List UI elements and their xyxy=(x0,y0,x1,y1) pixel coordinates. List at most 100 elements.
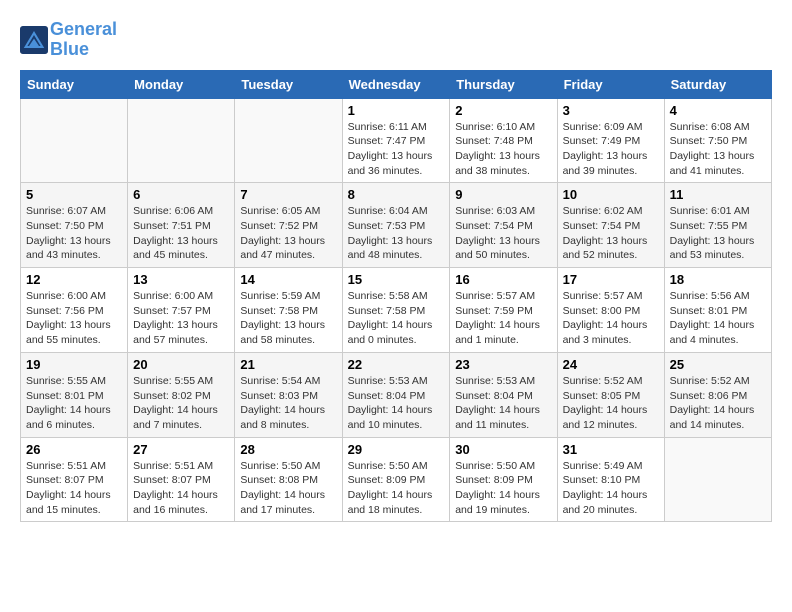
day-info: Sunrise: 6:02 AM Sunset: 7:54 PM Dayligh… xyxy=(563,204,659,263)
calendar-cell: 27 Sunrise: 5:51 AM Sunset: 8:07 PM Dayli… xyxy=(128,437,235,522)
calendar-week-row: 5Sunrise: 6:07 AM Sunset: 7:50 PM Daylig… xyxy=(21,183,772,268)
calendar-week-row: 19Sunrise: 5:55 AM Sunset: 8:01 PM Dayli… xyxy=(21,352,772,437)
calendar-cell: 21 Sunrise: 5:54 AM Sunset: 8:03 PM Dayli… xyxy=(235,352,342,437)
calendar-cell: 2 Sunrise: 6:10 AM Sunset: 7:48 PM Daylig… xyxy=(450,98,557,183)
day-info: Sunrise: 6:04 AM Sunset: 7:53 PM Dayligh… xyxy=(348,204,445,263)
day-info: Sunrise: 6:00 AM Sunset: 7:56 PM Dayligh… xyxy=(26,289,122,348)
day-number: 1 xyxy=(348,103,445,118)
calendar-cell: 11 Sunrise: 6:01 AM Sunset: 7:55 PM Dayli… xyxy=(664,183,771,268)
day-number: 20 xyxy=(133,357,229,372)
day-info: Sunrise: 5:51 AM Sunset: 8:07 PM Dayligh… xyxy=(133,459,229,518)
day-of-week-header: Wednesday xyxy=(342,70,450,98)
day-number: 8 xyxy=(348,187,445,202)
calendar-cell: 16 Sunrise: 5:57 AM Sunset: 7:59 PM Dayli… xyxy=(450,268,557,353)
day-number: 26 xyxy=(26,442,122,457)
day-number: 6 xyxy=(133,187,229,202)
calendar-cell: 28Sunrise: 5:50 AM Sunset: 8:08 PM Dayli… xyxy=(235,437,342,522)
calendar-cell: 1 Sunrise: 6:11 AM Sunset: 7:47 PM Daylig… xyxy=(342,98,450,183)
day-info: Sunrise: 5:57 AM Sunset: 8:00 PM Dayligh… xyxy=(563,289,659,348)
day-info: Sunrise: 6:07 AM Sunset: 7:50 PM Dayligh… xyxy=(26,204,122,263)
calendar-cell: 20 Sunrise: 5:55 AM Sunset: 8:02 PM Dayli… xyxy=(128,352,235,437)
calendar-header: SundayMondayTuesdayWednesdayThursdayFrid… xyxy=(21,70,772,98)
day-of-week-header: Tuesday xyxy=(235,70,342,98)
day-info: Sunrise: 6:06 AM Sunset: 7:51 PM Dayligh… xyxy=(133,204,229,263)
day-number: 17 xyxy=(563,272,659,287)
day-number: 29 xyxy=(348,442,445,457)
day-info: Sunrise: 5:57 AM Sunset: 7:59 PM Dayligh… xyxy=(455,289,551,348)
day-number: 30 xyxy=(455,442,551,457)
calendar-cell xyxy=(235,98,342,183)
day-number: 4 xyxy=(670,103,766,118)
calendar-cell: 19Sunrise: 5:55 AM Sunset: 8:01 PM Dayli… xyxy=(21,352,128,437)
day-info: Sunrise: 6:09 AM Sunset: 7:49 PM Dayligh… xyxy=(563,120,659,179)
day-number: 9 xyxy=(455,187,551,202)
calendar-cell: 6 Sunrise: 6:06 AM Sunset: 7:51 PM Daylig… xyxy=(128,183,235,268)
calendar-cell: 8 Sunrise: 6:04 AM Sunset: 7:53 PM Daylig… xyxy=(342,183,450,268)
day-info: Sunrise: 5:50 AM Sunset: 8:08 PM Dayligh… xyxy=(240,459,336,518)
calendar-cell: 17 Sunrise: 5:57 AM Sunset: 8:00 PM Dayli… xyxy=(557,268,664,353)
calendar-cell: 9 Sunrise: 6:03 AM Sunset: 7:54 PM Daylig… xyxy=(450,183,557,268)
calendar-cell: 31 Sunrise: 5:49 AM Sunset: 8:10 PM Dayli… xyxy=(557,437,664,522)
day-of-week-header: Monday xyxy=(128,70,235,98)
calendar-week-row: 26 Sunrise: 5:51 AM Sunset: 8:07 PM Dayli… xyxy=(21,437,772,522)
day-number: 31 xyxy=(563,442,659,457)
calendar-cell: 14Sunrise: 5:59 AM Sunset: 7:58 PM Dayli… xyxy=(235,268,342,353)
day-number: 18 xyxy=(670,272,766,287)
day-info: Sunrise: 6:00 AM Sunset: 7:57 PM Dayligh… xyxy=(133,289,229,348)
day-info: Sunrise: 6:08 AM Sunset: 7:50 PM Dayligh… xyxy=(670,120,766,179)
logo: General Blue xyxy=(20,20,117,60)
day-of-week-header: Thursday xyxy=(450,70,557,98)
day-info: Sunrise: 5:58 AM Sunset: 7:58 PM Dayligh… xyxy=(348,289,445,348)
day-of-week-header: Saturday xyxy=(664,70,771,98)
page-header: General Blue xyxy=(20,20,772,60)
day-info: Sunrise: 5:55 AM Sunset: 8:02 PM Dayligh… xyxy=(133,374,229,433)
day-number: 12 xyxy=(26,272,122,287)
calendar-cell: 4 Sunrise: 6:08 AM Sunset: 7:50 PM Daylig… xyxy=(664,98,771,183)
calendar-cell: 29Sunrise: 5:50 AM Sunset: 8:09 PM Dayli… xyxy=(342,437,450,522)
calendar-cell: 22Sunrise: 5:53 AM Sunset: 8:04 PM Dayli… xyxy=(342,352,450,437)
day-info: Sunrise: 6:05 AM Sunset: 7:52 PM Dayligh… xyxy=(240,204,336,263)
day-info: Sunrise: 5:49 AM Sunset: 8:10 PM Dayligh… xyxy=(563,459,659,518)
calendar-body: 1 Sunrise: 6:11 AM Sunset: 7:47 PM Daylig… xyxy=(21,98,772,522)
day-number: 15 xyxy=(348,272,445,287)
day-number: 16 xyxy=(455,272,551,287)
day-info: Sunrise: 6:01 AM Sunset: 7:55 PM Dayligh… xyxy=(670,204,766,263)
calendar-cell xyxy=(664,437,771,522)
day-number: 11 xyxy=(670,187,766,202)
calendar-cell: 13 Sunrise: 6:00 AM Sunset: 7:57 PM Dayli… xyxy=(128,268,235,353)
calendar-cell xyxy=(21,98,128,183)
day-number: 25 xyxy=(670,357,766,372)
day-number: 7 xyxy=(240,187,336,202)
calendar-week-row: 12 Sunrise: 6:00 AM Sunset: 7:56 PM Dayli… xyxy=(21,268,772,353)
day-info: Sunrise: 5:53 AM Sunset: 8:04 PM Dayligh… xyxy=(455,374,551,433)
calendar-cell: 23 Sunrise: 5:53 AM Sunset: 8:04 PM Dayli… xyxy=(450,352,557,437)
day-number: 14 xyxy=(240,272,336,287)
calendar-cell: 3 Sunrise: 6:09 AM Sunset: 7:49 PM Daylig… xyxy=(557,98,664,183)
calendar-cell: 18 Sunrise: 5:56 AM Sunset: 8:01 PM Dayli… xyxy=(664,268,771,353)
calendar-cell: 30 Sunrise: 5:50 AM Sunset: 8:09 PM Dayli… xyxy=(450,437,557,522)
day-info: Sunrise: 5:50 AM Sunset: 8:09 PM Dayligh… xyxy=(455,459,551,518)
day-info: Sunrise: 5:52 AM Sunset: 8:05 PM Dayligh… xyxy=(563,374,659,433)
calendar-cell: 25Sunrise: 5:52 AM Sunset: 8:06 PM Dayli… xyxy=(664,352,771,437)
day-info: Sunrise: 5:55 AM Sunset: 8:01 PM Dayligh… xyxy=(26,374,122,433)
day-number: 2 xyxy=(455,103,551,118)
calendar-cell: 5Sunrise: 6:07 AM Sunset: 7:50 PM Daylig… xyxy=(21,183,128,268)
day-number: 21 xyxy=(240,357,336,372)
day-info: Sunrise: 5:56 AM Sunset: 8:01 PM Dayligh… xyxy=(670,289,766,348)
calendar-cell: 15 Sunrise: 5:58 AM Sunset: 7:58 PM Dayli… xyxy=(342,268,450,353)
day-number: 13 xyxy=(133,272,229,287)
day-number: 3 xyxy=(563,103,659,118)
calendar-cell: 12 Sunrise: 6:00 AM Sunset: 7:56 PM Dayli… xyxy=(21,268,128,353)
calendar-cell: 24 Sunrise: 5:52 AM Sunset: 8:05 PM Dayli… xyxy=(557,352,664,437)
day-number: 24 xyxy=(563,357,659,372)
day-number: 27 xyxy=(133,442,229,457)
calendar-cell: 26Sunrise: 5:51 AM Sunset: 8:07 PM Dayli… xyxy=(21,437,128,522)
day-info: Sunrise: 6:11 AM Sunset: 7:47 PM Dayligh… xyxy=(348,120,445,179)
day-number: 23 xyxy=(455,357,551,372)
day-info: Sunrise: 6:03 AM Sunset: 7:54 PM Dayligh… xyxy=(455,204,551,263)
day-info: Sunrise: 5:54 AM Sunset: 8:03 PM Dayligh… xyxy=(240,374,336,433)
day-info: Sunrise: 6:10 AM Sunset: 7:48 PM Dayligh… xyxy=(455,120,551,179)
day-info: Sunrise: 5:53 AM Sunset: 8:04 PM Dayligh… xyxy=(348,374,445,433)
logo-icon xyxy=(20,26,48,54)
calendar-cell: 10Sunrise: 6:02 AM Sunset: 7:54 PM Dayli… xyxy=(557,183,664,268)
